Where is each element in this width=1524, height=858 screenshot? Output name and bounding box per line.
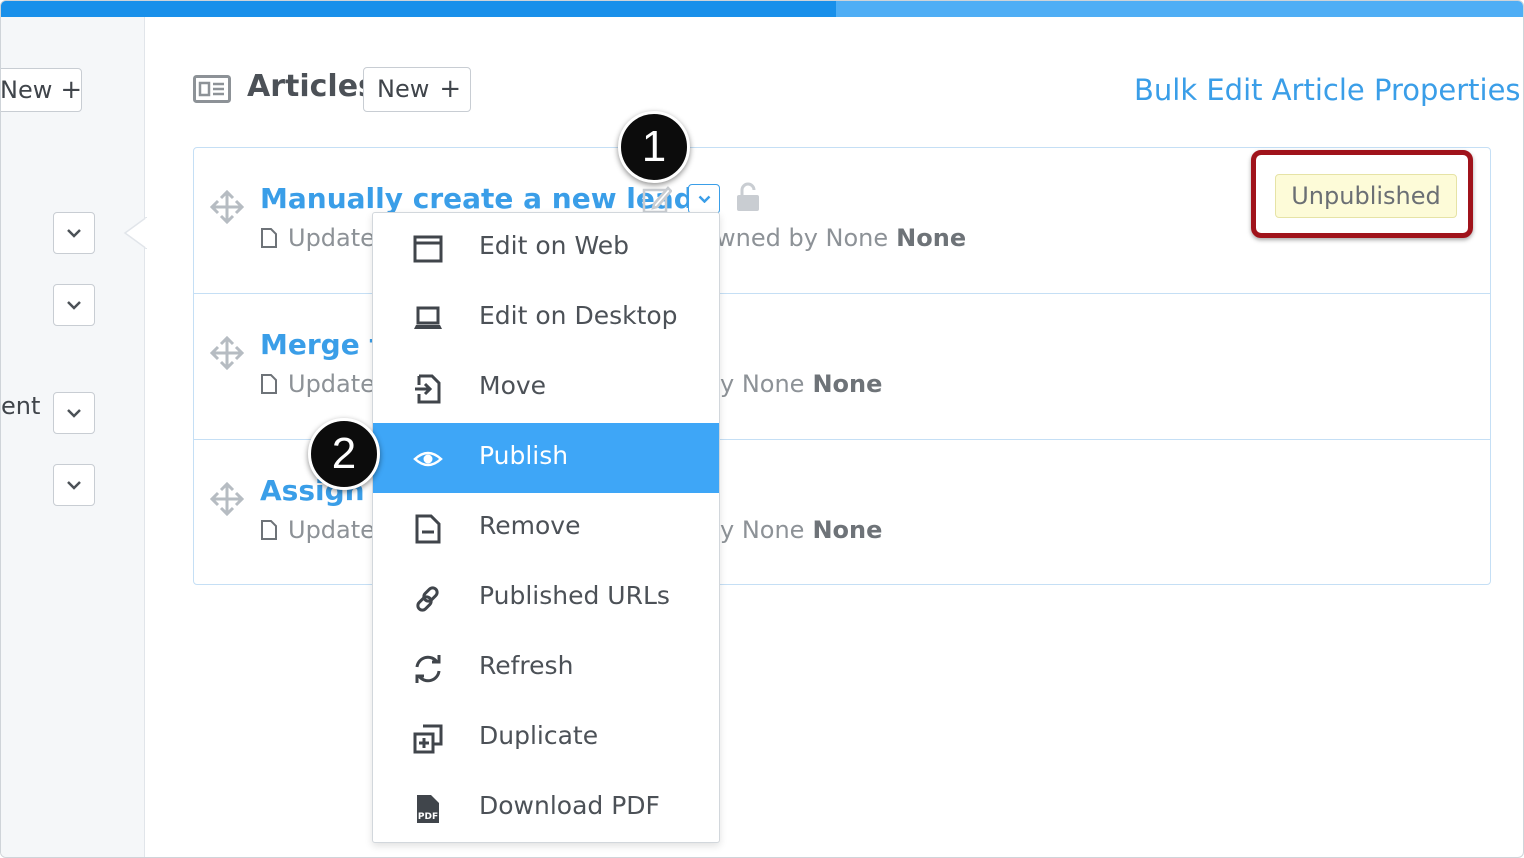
article-actions-dropdown[interactable] (688, 184, 720, 214)
move-into-icon (415, 374, 441, 404)
owner-name: None (812, 370, 883, 398)
menu-item-label: Published URLs (479, 581, 670, 610)
article-updated-text: Update (288, 224, 375, 252)
menu-item-edit-on-desktop[interactable]: Edit on Desktop (373, 283, 719, 353)
drag-handle-icon[interactable] (210, 190, 244, 224)
refresh-icon (415, 655, 441, 683)
drag-handle-icon[interactable] (210, 336, 244, 370)
article-owner: y None None (720, 516, 882, 544)
sidebar-expand-button[interactable] (53, 464, 95, 506)
pdf-icon-text: PDF (418, 812, 438, 822)
newspaper-icon (193, 75, 231, 103)
sidebar-expand-button[interactable] (53, 392, 95, 434)
chevron-down-icon (67, 409, 81, 418)
sidebar-new-button[interactable]: New + (0, 68, 82, 112)
menu-item-label: Refresh (479, 651, 574, 680)
new-article-button[interactable]: New + (363, 67, 471, 112)
sidebar-item-label: ent (1, 392, 41, 420)
menu-item-publish[interactable]: Publish (373, 423, 719, 493)
chevron-down-icon (67, 301, 81, 310)
menu-item-download-pdf[interactable]: PDF Download PDF (373, 773, 719, 843)
plus-icon: + (439, 74, 462, 104)
drag-handle-icon[interactable] (210, 482, 244, 516)
progress-bar (1, 1, 1523, 17)
sidebar-expand-button[interactable] (53, 284, 95, 326)
menu-item-label: Edit on Desktop (479, 301, 678, 330)
menu-item-refresh[interactable]: Refresh (373, 633, 719, 703)
menu-item-label: Duplicate (479, 721, 599, 750)
sidebar: New + ent (0, 17, 147, 857)
menu-item-label: Download PDF (479, 791, 660, 820)
sidebar-expand-button[interactable] (53, 212, 95, 254)
page-title: Articles (247, 69, 376, 104)
chevron-down-icon (67, 229, 81, 238)
menu-item-label: Move (479, 371, 547, 400)
article-updated-text: Update (288, 370, 375, 398)
menu-item-remove[interactable]: Remove (373, 493, 719, 563)
window-icon (413, 235, 443, 263)
bulk-edit-link[interactable]: Bulk Edit Article Properties (1134, 73, 1521, 107)
menu-item-label: Remove (479, 511, 581, 540)
laptop-icon (414, 306, 442, 329)
menu-item-published-urls[interactable]: Published URLs (373, 563, 719, 633)
menu-item-label: Edit on Web (479, 231, 629, 260)
document-icon (261, 520, 277, 540)
link-icon (416, 586, 439, 612)
duplicate-icon (413, 724, 443, 754)
sidebar-pointer (123, 217, 147, 249)
article-owner: y None None (720, 370, 882, 398)
document-minus-icon (415, 514, 441, 544)
article-actions-menu: Edit on Web Edit on Desktop Move Publish… (372, 212, 720, 843)
pdf-icon: PDF (417, 795, 439, 823)
eye-icon (413, 451, 443, 467)
app-window: New + ent Articles New + Bulk Edit Article… (0, 0, 1524, 858)
edit-pencil-icon[interactable] (642, 184, 672, 214)
plus-icon: + (60, 75, 82, 105)
unlock-icon[interactable] (736, 182, 760, 212)
menu-item-label: Publish (479, 441, 569, 470)
article-updated-text: Update (288, 516, 375, 544)
step-callout-1: 1 (618, 111, 690, 183)
menu-item-move[interactable]: Move (373, 353, 719, 423)
menu-item-edit-on-web[interactable]: Edit on Web (373, 213, 719, 283)
document-icon (261, 374, 277, 394)
article-owner: wned by None None (716, 224, 966, 252)
progress-bar-fill (1, 1, 837, 17)
chevron-down-icon (67, 481, 81, 490)
article-title-link[interactable]: Manually create a new lead (260, 182, 694, 215)
status-badge: Unpublished (1275, 174, 1457, 218)
article-meta: Update (260, 370, 375, 398)
sidebar-new-label: New (0, 76, 53, 104)
owner-prefix: y None (720, 516, 805, 544)
article-meta: Update (260, 224, 375, 252)
chevron-down-icon (698, 195, 710, 203)
menu-item-duplicate[interactable]: Duplicate (373, 703, 719, 773)
document-icon (261, 228, 277, 248)
owner-name: None (812, 516, 883, 544)
owner-prefix: y None (720, 370, 805, 398)
new-article-label: New (377, 75, 430, 103)
owner-prefix: wned by None (716, 224, 889, 252)
article-meta: Update (260, 516, 375, 544)
owner-name: None (896, 224, 967, 252)
step-callout-2: 2 (308, 418, 380, 490)
